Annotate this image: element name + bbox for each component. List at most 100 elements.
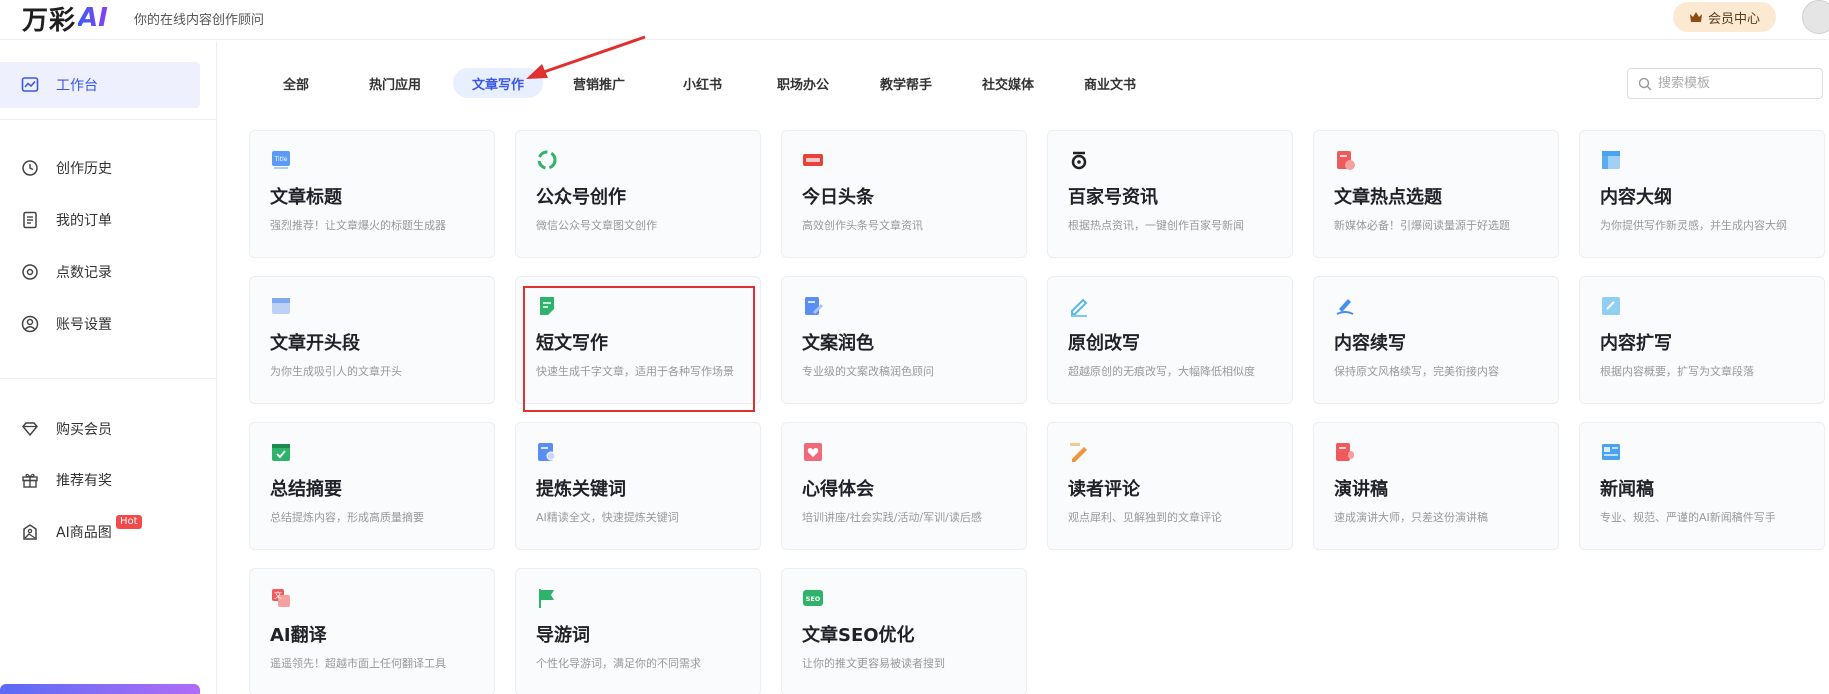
- template-card[interactable]: 百家号资讯根据热点资讯，一键创作百家号新闻: [1047, 130, 1293, 258]
- card-title: 文章SEO优化: [802, 625, 915, 646]
- card-description: 专业、规范、严谨的AI新闻稿件写手: [1600, 511, 1776, 524]
- sidebar-item-label: 点数记录: [56, 265, 112, 281]
- card-description: 专业级的文案改稿润色顾问: [802, 365, 934, 378]
- sidebar-promo-bar[interactable]: [0, 684, 200, 694]
- tab-popular[interactable]: 热门应用: [350, 68, 440, 98]
- search-input[interactable]: [1658, 76, 1808, 91]
- baijia-icon: [1071, 151, 1087, 170]
- svg-text:SEO: SEO: [806, 595, 821, 603]
- sidebar-item-label: 购买会员: [56, 422, 112, 438]
- sidebar-item-points[interactable]: 点数记录: [0, 249, 200, 295]
- logo-text: 万彩: [22, 5, 77, 36]
- sidebar-item-workbench[interactable]: 工作台: [0, 62, 200, 108]
- heart-icon: [804, 443, 822, 461]
- card-description: 高效创作头条号文章资讯: [802, 219, 923, 232]
- vip-label: 会员中心: [1707, 11, 1760, 27]
- svg-text:Title: Title: [274, 156, 288, 163]
- template-card[interactable]: SEO 文章SEO优化让你的推文更容易被读者搜到: [781, 568, 1027, 694]
- tab-xiaohongshu[interactable]: 小红书: [664, 68, 741, 98]
- template-card[interactable]: 今日头条高效创作头条号文章资讯: [781, 130, 1027, 258]
- card-description: 根据热点资讯，一键创作百家号新闻: [1068, 219, 1244, 232]
- card-title: 新闻稿: [1600, 479, 1654, 500]
- sidebar-item-ai-product-image[interactable]: AI商品图 Hot: [0, 509, 200, 555]
- template-card[interactable]: 提炼关键词 AI精读全文，快速提炼关键词: [515, 422, 761, 550]
- sidebar-item-referral[interactable]: 推荐有奖: [0, 457, 200, 503]
- sidebar-item-history[interactable]: 创作历史: [0, 145, 200, 191]
- template-card[interactable]: 演讲稿速成演讲大师，只差这份演讲稿: [1313, 422, 1559, 550]
- crown-icon: [1689, 12, 1702, 22]
- logo-ai: AI: [78, 3, 108, 33]
- card-title: 导游词: [536, 625, 590, 646]
- card-description: 为你生成吸引人的文章开头: [270, 365, 402, 378]
- sidebar-item-buy-vip[interactable]: 购买会员: [0, 406, 200, 452]
- card-title: 文章热点选题: [1334, 187, 1442, 208]
- tab-social-media[interactable]: 社交媒体: [963, 68, 1053, 98]
- title-icon: Title: [272, 151, 290, 169]
- template-card[interactable]: 内容续写保持原文风格续写，完美衔接内容: [1313, 276, 1559, 404]
- card-description: 保持原文风格续写，完美衔接内容: [1334, 365, 1499, 378]
- card-description: 强烈推荐！让文章爆火的标题生成器: [270, 219, 446, 232]
- template-card[interactable]: 公众号创作微信公众号文章图文创作: [515, 130, 761, 258]
- card-title: 文案润色: [802, 333, 874, 354]
- card-description: 微信公众号文章图文创作: [536, 219, 657, 232]
- diamond-icon: [20, 419, 40, 439]
- image-icon: [20, 522, 40, 542]
- card-description: 培训讲座/社会实践/活动/军训/读后感: [802, 511, 982, 524]
- template-card[interactable]: Title 文章标题 强烈推荐！让文章爆火的标题生成器: [249, 130, 495, 258]
- card-title: 今日头条: [802, 187, 874, 208]
- slogan: 你的在线内容创作顾问: [134, 13, 265, 28]
- card-description: 总结提炼内容，形成高质量摘要: [270, 511, 424, 524]
- template-card[interactable]: 文案润色专业级的文案改稿润色顾问: [781, 276, 1027, 404]
- sidebar-divider: [0, 119, 217, 120]
- template-card[interactable]: 心得体会 培训讲座/社会实践/活动/军训/读后感: [781, 422, 1027, 550]
- sidebar: 工作台 创作历史 我的订单 点数记录 账号设置 购买会员 推荐有奖 AI商品图 …: [0, 41, 217, 694]
- template-card[interactable]: 读者评论 观点犀利、见解独到的文章评论: [1047, 422, 1293, 550]
- template-card[interactable]: 文章开头段为你生成吸引人的文章开头: [249, 276, 495, 404]
- top-header: 万彩 AI 你的在线内容创作顾问 会员中心: [0, 0, 1829, 40]
- card-description: 让你的推文更容易被读者搜到: [802, 657, 945, 670]
- template-card[interactable]: 短文写作 快速生成千字文章，适用于各种写作场景: [515, 276, 761, 404]
- template-card[interactable]: 导游词个性化导游词，满足你的不同需求: [515, 568, 761, 694]
- search-box[interactable]: [1627, 68, 1823, 99]
- tab-business-docs[interactable]: 商业文书: [1065, 68, 1155, 98]
- template-card[interactable]: 内容扩写 根据内容概要，扩写为文章段落: [1579, 276, 1825, 404]
- tab-office[interactable]: 职场办公: [758, 68, 848, 98]
- card-description: 观点犀利、见解独到的文章评论: [1068, 511, 1222, 524]
- template-card[interactable]: 原创改写 超越原创的无痕改写，大幅降低相似度: [1047, 276, 1293, 404]
- history-icon: [20, 158, 40, 178]
- sidebar-item-account[interactable]: 账号设置: [0, 301, 200, 347]
- card-title: 内容续写: [1334, 333, 1406, 354]
- sidebar-item-label: AI商品图: [56, 525, 112, 541]
- template-card[interactable]: 内容大纲 为你提供写作新灵感，并生成内容大纲: [1579, 130, 1825, 258]
- card-title: 百家号资讯: [1068, 187, 1158, 208]
- tab-teaching[interactable]: 教学帮手: [861, 68, 951, 98]
- card-description: 遥遥领先！超越市面上任何翻译工具: [270, 657, 446, 670]
- template-card[interactable]: 总结摘要 总结提炼内容，形成高质量摘要: [249, 422, 495, 550]
- recycle-icon: [537, 150, 557, 170]
- vip-center-button[interactable]: 会员中心: [1673, 2, 1776, 32]
- avatar[interactable]: [1802, 0, 1829, 34]
- card-description: 个性化导游词，满足你的不同需求: [536, 657, 701, 670]
- toutiao-icon: [803, 154, 823, 166]
- order-icon: [20, 210, 40, 230]
- logo[interactable]: 万彩 AI: [22, 0, 108, 36]
- template-card[interactable]: 文章热点选题 新媒体必备！引爆阅读量源于好选题: [1313, 130, 1559, 258]
- card-title: 文章开头段: [270, 333, 360, 354]
- hot-topic-icon: [1337, 151, 1355, 170]
- sidebar-item-label: 工作台: [56, 78, 98, 94]
- continue-icon: [1336, 299, 1354, 315]
- keyword-icon: [538, 443, 556, 461]
- card-title: 演讲稿: [1334, 479, 1388, 500]
- gift-icon: [20, 470, 40, 490]
- flag-icon: [539, 589, 554, 608]
- card-description: AI精读全文，快速提炼关键词: [536, 511, 679, 524]
- summary-icon: [272, 444, 290, 461]
- template-card[interactable]: 新闻稿专业、规范、严谨的AI新闻稿件写手: [1579, 422, 1825, 550]
- sidebar-item-orders[interactable]: 我的订单: [0, 197, 200, 243]
- template-card[interactable]: 文 AI翻译 遥遥领先！超越市面上任何翻译工具: [249, 568, 495, 694]
- card-description: 速成演讲大师，只差这份演讲稿: [1334, 511, 1488, 524]
- tab-all[interactable]: 全部: [264, 68, 328, 98]
- card-title: 公众号创作: [536, 187, 626, 208]
- rewrite-icon: [1071, 298, 1088, 317]
- user-icon: [20, 314, 40, 334]
